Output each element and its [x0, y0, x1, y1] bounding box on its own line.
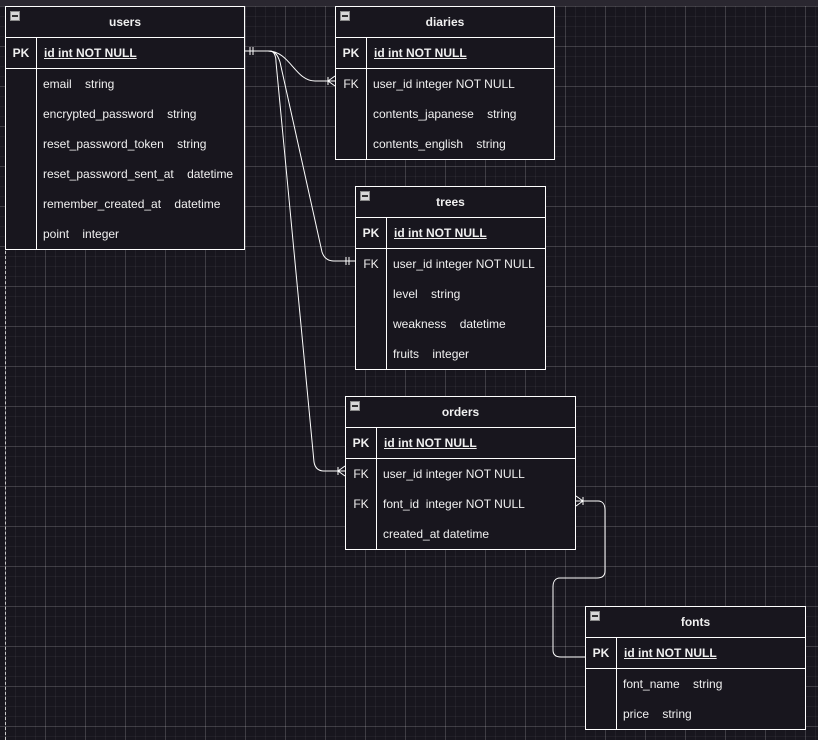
table-header[interactable]: users: [6, 7, 244, 38]
key-label: [336, 99, 366, 129]
field-text: user_id integer NOT NULL: [373, 77, 515, 91]
table-diaries[interactable]: diaries PK id int NOT NULL FK user_id int…: [335, 6, 555, 160]
field-text: font_name string: [623, 677, 723, 691]
collapse-icon[interactable]: [360, 191, 370, 201]
field-text: price string: [623, 707, 692, 721]
table-name: fonts: [680, 615, 711, 629]
key-label: [586, 669, 616, 699]
pk-row[interactable]: PK id int NOT NULL: [586, 638, 805, 669]
field-text: encrypted_password string: [43, 107, 197, 121]
key-label: [6, 189, 36, 219]
field-row[interactable]: reset_password_token string: [6, 129, 244, 159]
collapse-icon[interactable]: [10, 11, 20, 21]
key-label: FK: [353, 497, 369, 511]
key-label: [586, 699, 616, 729]
pk-field: id int NOT NULL: [374, 46, 467, 60]
key-label: [346, 519, 376, 549]
table-name: diaries: [425, 15, 465, 29]
table-header[interactable]: diaries: [336, 7, 554, 38]
field-row[interactable]: FK user_id integer NOT NULL: [346, 459, 575, 489]
key-label: [356, 309, 386, 339]
field-row[interactable]: FK user_id integer NOT NULL: [356, 249, 545, 279]
field-text: level string: [393, 287, 461, 301]
collapse-icon[interactable]: [340, 11, 350, 21]
key-label: [6, 159, 36, 189]
pk-row[interactable]: PK id int NOT NULL: [346, 428, 575, 459]
field-row[interactable]: font_name string: [586, 669, 805, 699]
collapse-icon[interactable]: [350, 401, 360, 411]
key-label: [336, 129, 366, 159]
field-text: created_at datetime: [383, 527, 490, 541]
table-fonts[interactable]: fonts PK id int NOT NULL font_name strin…: [585, 606, 806, 730]
field-text: reset_password_token string: [43, 137, 207, 151]
pk-field: id int NOT NULL: [394, 226, 487, 240]
key-label: PK: [346, 428, 377, 458]
key-label: PK: [6, 38, 37, 68]
table-users[interactable]: users PK id int NOT NULL email string en…: [5, 6, 245, 250]
key-label: [356, 279, 386, 309]
key-label: FK: [363, 257, 379, 271]
field-text: user_id integer NOT NULL: [393, 257, 535, 271]
pk-field: id int NOT NULL: [44, 46, 137, 60]
field-row[interactable]: FK user_id integer NOT NULL: [336, 69, 554, 99]
field-text: email string: [43, 77, 115, 91]
field-row[interactable]: contents_english string: [336, 129, 554, 159]
key-label: [6, 99, 36, 129]
table-header[interactable]: trees: [356, 187, 545, 218]
field-text: reset_password_sent_at datetime: [43, 167, 234, 181]
table-name: orders: [441, 405, 480, 419]
field-text: font_id integer NOT NULL: [383, 497, 525, 511]
table-name: users: [108, 15, 142, 29]
pk-row[interactable]: PK id int NOT NULL: [336, 38, 554, 69]
key-label: PK: [356, 218, 387, 248]
table-trees[interactable]: trees PK id int NOT NULL FK user_id integ…: [355, 186, 546, 370]
field-row[interactable]: weakness datetime: [356, 309, 545, 339]
field-text: weakness datetime: [393, 317, 506, 331]
field-text: fruits integer: [393, 347, 470, 361]
key-label: FK: [343, 77, 359, 91]
table-header[interactable]: orders: [346, 397, 575, 428]
key-label: FK: [353, 467, 369, 481]
field-row[interactable]: level string: [356, 279, 545, 309]
field-row[interactable]: encrypted_password string: [6, 99, 244, 129]
table-orders[interactable]: orders PK id int NOT NULL FK user_id inte…: [345, 396, 576, 550]
field-row[interactable]: email string: [6, 69, 244, 99]
key-label: [6, 219, 36, 249]
field-text: remember_created_at datetime: [43, 197, 221, 211]
field-text: point integer: [43, 227, 120, 241]
field-row[interactable]: FK font_id integer NOT NULL: [346, 489, 575, 519]
field-row[interactable]: fruits integer: [356, 339, 545, 369]
field-row[interactable]: point integer: [6, 219, 244, 249]
pk-field: id int NOT NULL: [384, 436, 477, 450]
collapse-icon[interactable]: [590, 611, 600, 621]
pk-row[interactable]: PK id int NOT NULL: [6, 38, 244, 69]
key-label: PK: [586, 638, 617, 668]
key-label: [356, 339, 386, 369]
page-boundary-guide: [5, 246, 6, 740]
pk-field: id int NOT NULL: [624, 646, 717, 660]
field-row[interactable]: price string: [586, 699, 805, 729]
table-name: trees: [436, 195, 465, 209]
field-row[interactable]: contents_japanese string: [336, 99, 554, 129]
key-label: [6, 69, 36, 99]
field-row[interactable]: remember_created_at datetime: [6, 189, 244, 219]
field-text: contents_english string: [373, 137, 506, 151]
key-label: [6, 129, 36, 159]
field-row[interactable]: reset_password_sent_at datetime: [6, 159, 244, 189]
field-text: contents_japanese string: [373, 107, 517, 121]
key-label: PK: [336, 38, 367, 68]
table-header[interactable]: fonts: [586, 607, 805, 638]
field-text: user_id integer NOT NULL: [383, 467, 525, 481]
field-row[interactable]: created_at datetime: [346, 519, 575, 549]
pk-row[interactable]: PK id int NOT NULL: [356, 218, 545, 249]
